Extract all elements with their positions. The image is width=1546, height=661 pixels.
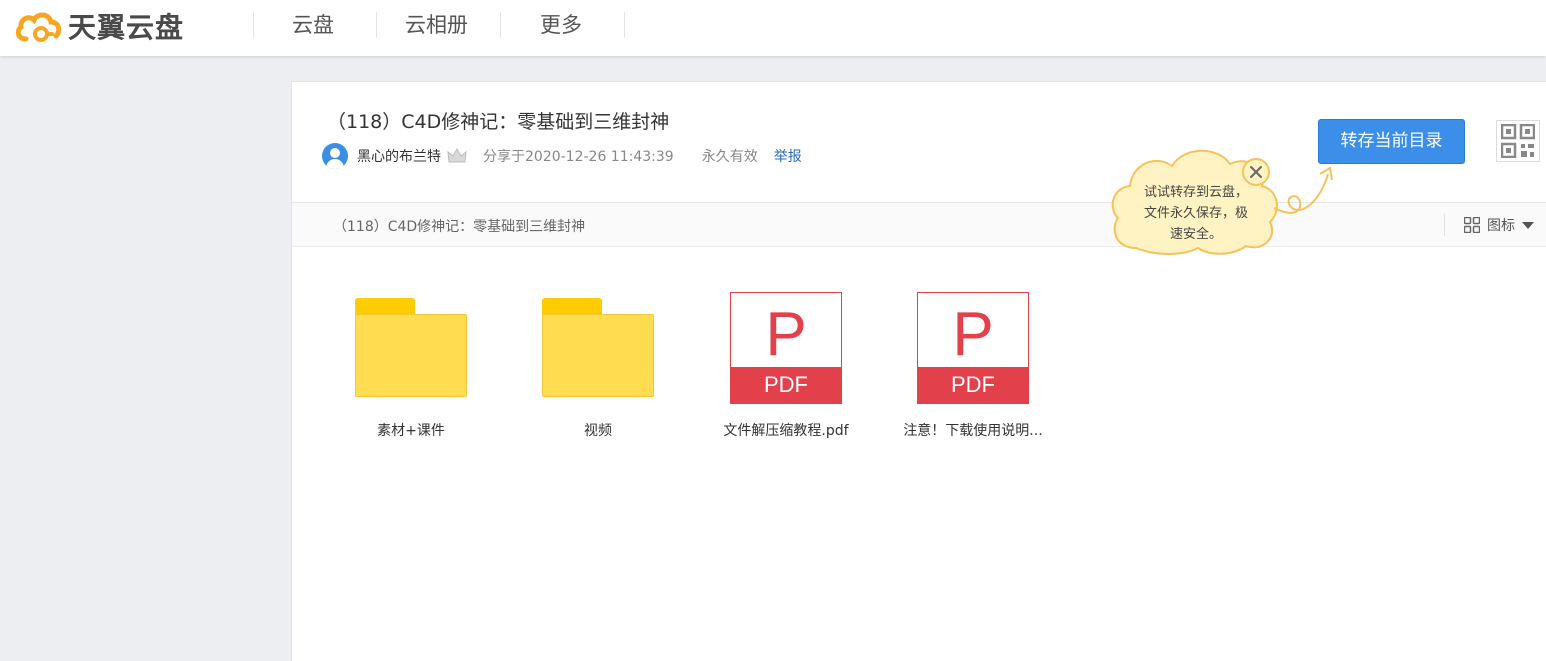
- tooltip-line: 文件永久保存，极: [1143, 206, 1248, 221]
- file-name: 注意！下载使用说明...: [903, 423, 1043, 439]
- nav-item-cloud-disk[interactable]: 云盘: [292, 12, 334, 38]
- file-name: 文件解压缩教程.pdf: [723, 423, 849, 439]
- save-to-cloud-button[interactable]: 转存当前目录: [1318, 119, 1465, 164]
- validity-status: 永久有效: [701, 149, 758, 165]
- file-name: 视频: [584, 423, 612, 439]
- report-link[interactable]: 举报: [774, 146, 802, 166]
- caret-down-icon: [1522, 221, 1534, 229]
- nav-divider: [500, 12, 501, 38]
- pdf-label: PDF: [731, 367, 841, 403]
- qr-code-button[interactable]: [1496, 120, 1540, 162]
- qr-code-icon: [1501, 124, 1535, 158]
- file-item-folder[interactable]: 素材+课件: [316, 292, 506, 440]
- share-title: （118）C4D修神记：零基础到三维封神: [327, 111, 670, 133]
- file-name: 素材+课件: [377, 423, 445, 439]
- folder-icon: [354, 292, 468, 406]
- view-mode-label: 图标: [1487, 218, 1515, 234]
- logo-text: 天翼云盘: [68, 11, 185, 44]
- file-item-pdf[interactable]: P PDF 注意！下载使用说明...: [878, 292, 1068, 440]
- pdf-file-icon: P PDF: [916, 292, 1030, 406]
- nav-divider: [376, 12, 377, 38]
- tooltip-text: 试试转存到云盘， 文件永久保存，极 速安全。: [1126, 182, 1266, 245]
- share-panel: （118）C4D修神记：零基础到三维封神 黑心的布兰特 分享于2020-12-2…: [291, 81, 1546, 661]
- nav-divider: [624, 12, 625, 38]
- nav-item-cloud-album[interactable]: 云相册: [405, 12, 468, 38]
- author-name[interactable]: 黑心的布兰特: [357, 146, 441, 166]
- logo[interactable]: 天翼云盘: [14, 8, 184, 44]
- file-item-pdf[interactable]: P PDF 文件解压缩教程.pdf: [691, 292, 881, 440]
- cloud-logo-icon: [15, 12, 62, 42]
- avatar[interactable]: [322, 143, 348, 169]
- crown-icon: [447, 148, 467, 163]
- shared-time: 分享于2020-12-26 11:43:39: [483, 149, 674, 165]
- tooltip-line: 速安全。: [1169, 227, 1222, 242]
- folder-icon: [541, 292, 655, 406]
- grid-icon: [1464, 217, 1480, 233]
- pdf-file-icon: P PDF: [729, 292, 843, 406]
- pdf-letter: P: [765, 300, 807, 369]
- share-meta: 黑心的布兰特 分享于2020-12-26 11:43:39 永久有效 举报: [322, 143, 802, 169]
- top-bar: 天翼云盘 云盘 云相册 更多: [0, 0, 1546, 56]
- pdf-label: PDF: [918, 367, 1028, 403]
- view-mode-toggle[interactable]: 图标: [1464, 215, 1534, 235]
- close-icon[interactable]: [1241, 157, 1271, 187]
- nav-divider: [253, 12, 254, 38]
- nav-item-more[interactable]: 更多: [540, 12, 582, 38]
- toolbar-divider: [1444, 214, 1445, 236]
- pdf-letter: P: [952, 300, 994, 369]
- breadcrumb-bar: （118）C4D修神记：零基础到三维封神 图标: [292, 203, 1546, 247]
- breadcrumb[interactable]: （118）C4D修神记：零基础到三维封神: [333, 216, 585, 236]
- file-item-folder[interactable]: 视频: [503, 292, 693, 440]
